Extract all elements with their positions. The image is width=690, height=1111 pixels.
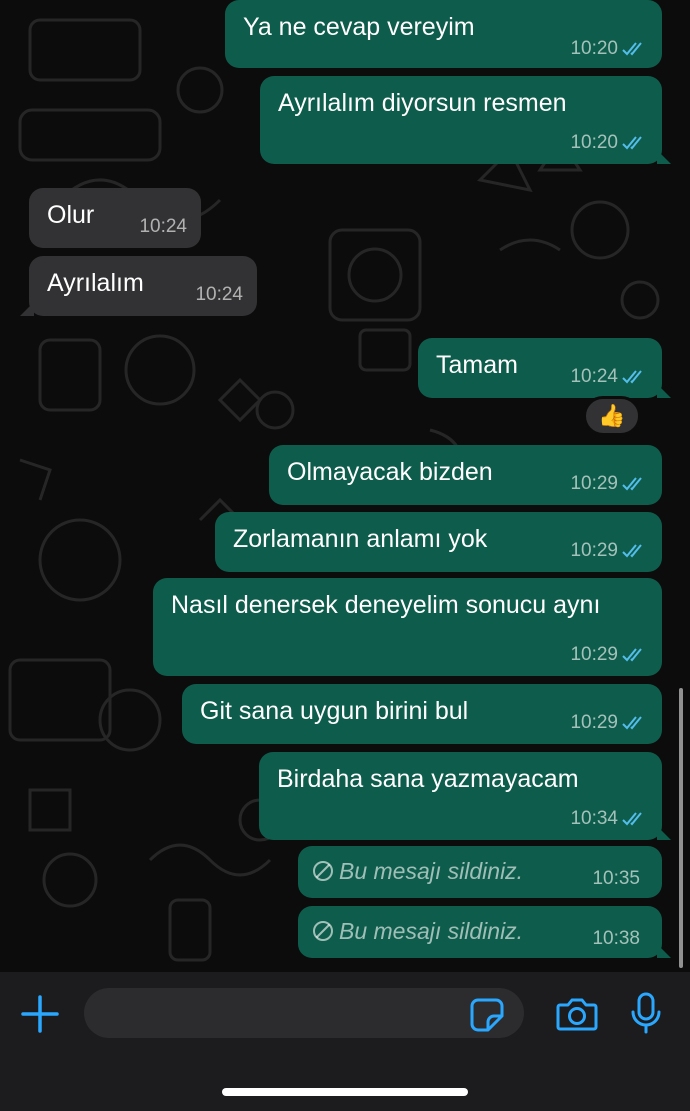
message-meta: 10:29 [570,644,646,666]
plus-icon[interactable] [20,994,60,1034]
double-check-read-icon [622,648,642,662]
bubble-tail [657,826,671,840]
message-text: Git sana uygun birini bul [200,697,469,725]
message-time: 10:38 [592,928,640,949]
message-time: 10:29 [570,712,618,733]
message-time: 10:24 [195,284,243,305]
message-time: 10:29 [570,473,618,494]
deleted-message-icon [313,921,333,941]
double-check-read-icon [622,544,642,558]
message-time: 10:29 [570,644,618,665]
message-meta: 10:20 [570,132,646,154]
thumbs-up-reaction[interactable]: 👍 [583,396,641,436]
message-bubble-incoming[interactable]: Ayrılalım 10:24 [20,256,257,316]
message-bubble-incoming[interactable]: Olur 10:24 [29,188,201,248]
chat-scrollbar[interactable] [679,688,683,968]
message-text: Olur [47,201,95,229]
thumbs-up-icon: 👍 [598,403,626,428]
message-time: 10:35 [592,868,640,889]
message-bubble-outgoing[interactable]: Tamam 10:24 [418,338,671,398]
bubble-tail [20,302,34,316]
camera-icon[interactable] [556,996,598,1032]
message-time: 10:20 [570,132,618,153]
message-text: Ayrılalım [47,269,144,297]
message-bubble-deleted[interactable]: Bu mesajı sildiniz. 10:38 [298,906,671,958]
message-bubble-outgoing[interactable]: Git sana uygun birini bul 10:29 [182,684,662,744]
deleted-message-text: Bu mesajı sildiniz. [312,918,523,944]
double-check-read-icon [622,716,642,730]
message-time: 10:29 [570,540,618,561]
message-text: Ayrılalım diyorsun resmen [278,89,567,117]
message-input[interactable] [84,988,524,1038]
message-time: 10:34 [570,808,618,829]
message-time: 10:24 [139,216,187,237]
double-check-read-icon [622,42,642,56]
message-bubble-deleted[interactable]: Bu mesajı sildiniz. 10:35 [298,846,662,898]
deleted-message-icon [313,861,333,881]
chat-area: Ya ne cevap vereyim 10:20 Ayrılalım diyo… [0,0,690,972]
message-bubble-outgoing[interactable]: Olmayacak bizden 10:29 [269,445,662,505]
message-meta: 10:34 [570,808,646,830]
message-text: Nasıl denersek deneyelim sonucu aynı [171,591,601,619]
microphone-icon[interactable] [628,992,664,1034]
message-bubble-outgoing[interactable]: Zorlamanın anlamı yok 10:29 [215,512,662,572]
bubble-tail [657,384,671,398]
message-time: 10:20 [570,38,618,59]
message-text: Birdaha sana yazmayacam [277,765,579,793]
double-check-read-icon [622,477,642,491]
message-meta: 10:29 [570,540,646,562]
message-time: 10:24 [570,366,618,387]
message-bubble-outgoing[interactable]: Ya ne cevap vereyim 10:20 [225,0,662,68]
double-check-read-icon [622,370,642,384]
message-meta: 10:20 [570,38,646,60]
message-meta: 10:24 [570,366,646,388]
message-text: Tamam [436,351,518,379]
message-text: Olmayacak bizden [287,458,493,486]
bubble-tail [657,944,671,958]
message-meta: 10:29 [570,473,646,495]
sticker-icon[interactable] [470,998,504,1032]
message-text: Zorlamanın anlamı yok [233,525,488,553]
bubble-tail [657,150,671,164]
home-indicator[interactable] [222,1088,468,1096]
message-bubble-outgoing[interactable]: Nasıl denersek deneyelim sonucu aynı 10:… [153,578,662,676]
double-check-read-icon [622,136,642,150]
deleted-message-text: Bu mesajı sildiniz. [312,858,523,884]
double-check-read-icon [622,812,642,826]
message-bubble-outgoing[interactable]: Ayrılalım diyorsun resmen 10:20 [260,76,671,164]
message-bubble-outgoing[interactable]: Birdaha sana yazmayacam 10:34 [259,752,671,840]
message-meta: 10:29 [570,712,646,734]
message-text: Ya ne cevap vereyim [243,13,475,41]
